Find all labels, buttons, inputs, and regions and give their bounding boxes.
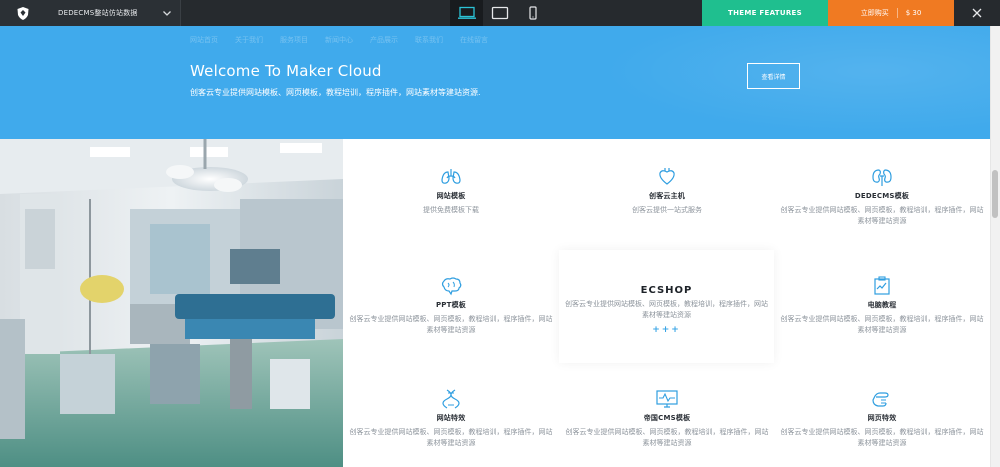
service-title: 网站模板 (436, 192, 466, 200)
services-grid: 网站模板 提供免费模板下载 创客云主机 创客云提供一站式服务 DEDECMS模板… (343, 139, 990, 467)
service-desc: 创客云专业提供网站模板、网页模板，教程培训，程序插件，网站素材等建站资源 (565, 428, 769, 447)
site-nav: 网站首页 关于我们 服务项目 新闻中心 产品展示 联系我们 在线留言 (190, 35, 488, 45)
service-desc: 创客云专业提供网站模板、网页模板，教程培训，程序插件，网站素材等建站资源 (780, 315, 984, 334)
buy-now-button[interactable]: 立即购买 $ 30 (828, 0, 954, 26)
heart-icon (659, 168, 675, 185)
theme-features-button[interactable]: THEME FEATURES (702, 0, 828, 26)
service-title: DEDECMS模板 (854, 192, 910, 200)
buy-divider (896, 8, 898, 18)
service-card[interactable]: 电脑教程 创客云专业提供网站模板、网页模板，教程培训，程序插件，网站素材等建站资… (774, 276, 990, 336)
hero-title: Welcome To Maker Cloud (190, 62, 382, 80)
buy-now-label: 立即购买 (860, 9, 889, 17)
clipboard-icon (874, 276, 890, 295)
service-title: 电脑教程 (867, 301, 897, 309)
monitor-pulse-icon (656, 390, 678, 408)
phone-icon[interactable] (516, 0, 549, 26)
service-card[interactable]: 帝国CMS模板 创客云专业提供网站模板、网页模板，教程培训，程序插件，网站素材等… (559, 389, 775, 449)
service-card[interactable]: 创客云主机 创客云提供一站式服务 (559, 167, 775, 216)
service-title: 网页特效 (867, 414, 897, 422)
plus-icon: +++ (652, 325, 681, 335)
close-button[interactable] (954, 0, 1000, 26)
operating-room-image (0, 139, 343, 467)
service-desc: 创客云专业提供网站模板、网页模板，教程培训，程序插件，网站素材等建站资源 (349, 428, 553, 447)
service-title: 创客云主机 (649, 192, 685, 200)
shield-logo-icon (12, 0, 34, 26)
nav-item[interactable]: 服务项目 (280, 35, 308, 45)
kidneys-icon (872, 169, 892, 186)
nav-item[interactable]: 在线留言 (460, 35, 488, 45)
chevron-down-icon (163, 11, 171, 16)
service-card[interactable]: PPT模板 创客云专业提供网站模板、网页模板，教程培训，程序插件，网站素材等建站… (343, 276, 559, 336)
hand-pointer-icon (872, 392, 889, 407)
service-desc: 提供免费模板下载 (423, 206, 479, 214)
nav-item[interactable]: 关于我们 (235, 35, 263, 45)
theme-selector[interactable]: DEDECMS整站仿站数据 (0, 0, 181, 26)
nav-item[interactable]: 联系我们 (415, 35, 443, 45)
close-icon (972, 8, 982, 18)
view-details-button[interactable]: 查看详情 (747, 63, 800, 89)
desktop-icon[interactable] (450, 0, 483, 26)
scrollbar-thumb[interactable] (992, 170, 998, 218)
hero-banner: 网站首页 关于我们 服务项目 新闻中心 产品展示 联系我们 在线留言 Welco… (0, 26, 1000, 139)
featured-service-card[interactable]: ECSHOP 创客云专业提供网站模板、网页模板，教程培训，程序插件，网站素材等建… (559, 250, 774, 363)
service-card[interactable]: 网站模板 提供免费模板下载 (343, 167, 559, 216)
service-desc: 创客云专业提供网站模板、网页模板，教程培训，程序插件，网站素材等建站资源 (780, 206, 984, 225)
service-card[interactable]: DEDECMS模板 创客云专业提供网站模板、网页模板，教程培训，程序插件，网站素… (774, 167, 990, 227)
demo-top-bar: DEDECMS整站仿站数据 THEME FEATURES 立即购买 $ 30 (0, 0, 1000, 26)
hero-subtitle: 创客云专业提供网站模板、网页模板，教程培训，程序插件，网站素材等建站资源. (190, 88, 481, 97)
nav-item[interactable]: 产品展示 (370, 35, 398, 45)
service-title: PPT模板 (435, 301, 467, 309)
service-card[interactable]: 网页特效 创客云专业提供网站模板、网页模板，教程培训，程序插件，网站素材等建站资… (774, 389, 990, 449)
theme-name: DEDECMS整站仿站数据 (58, 9, 138, 17)
service-title: 帝国CMS模板 (643, 414, 691, 422)
tablet-icon[interactable] (483, 0, 516, 26)
service-desc: 创客云专业提供网站模板、网页模板，教程培训，程序插件，网站素材等建站资源 (780, 428, 984, 447)
featured-title: ECSHOP (640, 285, 693, 296)
device-switcher (450, 0, 549, 26)
scrollbar-track[interactable] (990, 26, 1000, 467)
service-title: 网站特效 (436, 414, 466, 422)
service-desc: 创客云提供一站式服务 (632, 206, 702, 214)
nav-item[interactable]: 网站首页 (190, 35, 218, 45)
featured-desc: 创客云专业提供网站模板、网页模板，教程培训，程序插件，网站素材等建站资源 (565, 300, 768, 319)
dna-icon (442, 389, 460, 409)
nav-item[interactable]: 新闻中心 (325, 35, 353, 45)
lungs-icon (441, 169, 461, 184)
service-card[interactable]: 网站特效 创客云专业提供网站模板、网页模板，教程培训，程序插件，网站素材等建站资… (343, 389, 559, 449)
brain-icon (441, 277, 462, 296)
price-label: $ 30 (905, 9, 922, 17)
service-desc: 创客云专业提供网站模板、网页模板，教程培训，程序插件，网站素材等建站资源 (349, 315, 553, 334)
